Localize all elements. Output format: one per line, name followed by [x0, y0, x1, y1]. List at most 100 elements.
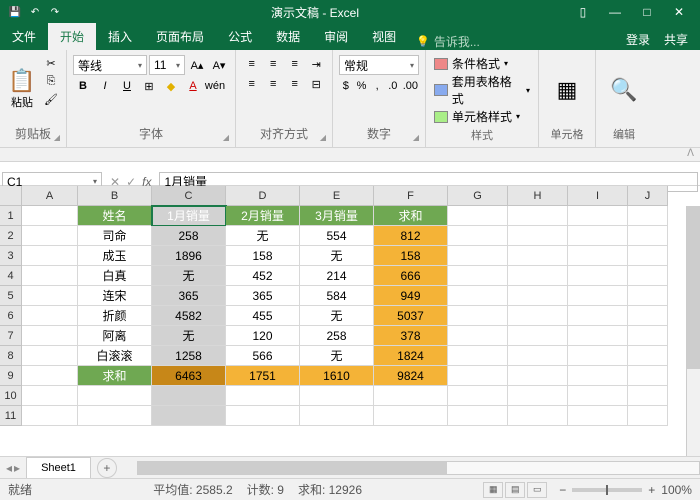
cell[interactable]	[568, 266, 628, 286]
align-top-icon[interactable]: ≡	[242, 55, 262, 73]
cell[interactable]: 3月销量	[300, 206, 374, 226]
row-header-9[interactable]: 9	[0, 366, 21, 386]
cell[interactable]	[22, 286, 78, 306]
cell[interactable]	[22, 246, 78, 266]
underline-button[interactable]: U	[117, 77, 137, 95]
cell[interactable]	[628, 406, 668, 426]
add-sheet-button[interactable]: +	[97, 458, 117, 478]
cell[interactable]	[628, 326, 668, 346]
cell[interactable]: 1751	[226, 366, 300, 386]
save-icon[interactable]: 💾	[8, 5, 22, 19]
col-header-I[interactable]: I	[568, 186, 628, 206]
cells-button[interactable]: ▦	[543, 53, 591, 126]
cell[interactable]: 584	[300, 286, 374, 306]
currency-icon[interactable]: $	[339, 77, 353, 95]
cell[interactable]	[628, 266, 668, 286]
cell[interactable]: 求和	[78, 366, 152, 386]
tab-insert[interactable]: 插入	[96, 23, 144, 50]
cell[interactable]	[628, 206, 668, 226]
cell[interactable]	[568, 326, 628, 346]
dialog-launcher-icon[interactable]: ◢	[223, 133, 229, 142]
cell[interactable]	[226, 406, 300, 426]
edit-button[interactable]: 🔍	[600, 53, 648, 126]
cell[interactable]	[300, 406, 374, 426]
cell[interactable]	[374, 386, 448, 406]
row-header-10[interactable]: 10	[0, 386, 21, 406]
prev-sheet-icon[interactable]: ◂	[6, 461, 12, 475]
cell-grid[interactable]: 姓名1月销量2月销量3月销量求和司命258无554812成玉1896158无15…	[22, 206, 700, 426]
cell[interactable]	[508, 266, 568, 286]
cell[interactable]: 365	[226, 286, 300, 306]
cell[interactable]	[508, 206, 568, 226]
cell[interactable]: 成玉	[78, 246, 152, 266]
ribbon-opts-icon[interactable]: ▯	[568, 0, 598, 24]
cell[interactable]	[448, 406, 508, 426]
cell[interactable]	[508, 406, 568, 426]
cell[interactable]: 1896	[152, 246, 226, 266]
cell[interactable]: 812	[374, 226, 448, 246]
redo-icon[interactable]: ↷	[48, 5, 62, 19]
phonetic-button[interactable]: wén	[205, 77, 225, 95]
cell[interactable]	[22, 366, 78, 386]
bold-button[interactable]: B	[73, 77, 93, 95]
minimize-icon[interactable]: —	[600, 0, 630, 24]
cell[interactable]	[448, 366, 508, 386]
cell[interactable]	[508, 366, 568, 386]
cell[interactable]: 阿离	[78, 326, 152, 346]
scroll-thumb[interactable]	[687, 206, 700, 369]
col-header-D[interactable]: D	[226, 186, 300, 206]
horizontal-scrollbar[interactable]	[137, 461, 700, 475]
cell[interactable]	[628, 346, 668, 366]
grow-font-icon[interactable]: A▴	[187, 56, 207, 74]
login-link[interactable]: 登录	[626, 31, 650, 48]
tab-data[interactable]: 数据	[264, 23, 312, 50]
cell[interactable]: 司命	[78, 226, 152, 246]
cell[interactable]	[568, 206, 628, 226]
cell[interactable]	[448, 326, 508, 346]
cell[interactable]	[508, 286, 568, 306]
cell[interactable]	[448, 226, 508, 246]
cell[interactable]	[22, 266, 78, 286]
cell[interactable]: 折颜	[78, 306, 152, 326]
cell[interactable]	[568, 366, 628, 386]
cell[interactable]	[22, 406, 78, 426]
dialog-launcher-icon[interactable]: ◢	[54, 133, 60, 142]
row-header-1[interactable]: 1	[0, 206, 21, 226]
fontsize-combo[interactable]: 11▾	[149, 55, 185, 75]
cell[interactable]	[448, 346, 508, 366]
inc-dec-icon[interactable]: .0	[386, 77, 400, 95]
col-header-E[interactable]: E	[300, 186, 374, 206]
cell[interactable]	[568, 406, 628, 426]
cell[interactable]	[226, 386, 300, 406]
cell[interactable]	[568, 306, 628, 326]
cell[interactable]	[628, 246, 668, 266]
cell[interactable]	[152, 386, 226, 406]
sheet-tab[interactable]: Sheet1	[26, 457, 91, 479]
col-header-J[interactable]: J	[628, 186, 668, 206]
cell[interactable]: 姓名	[78, 206, 152, 226]
cell[interactable]: 452	[226, 266, 300, 286]
cell[interactable]	[448, 266, 508, 286]
cell[interactable]: 无	[152, 326, 226, 346]
cell[interactable]: 4582	[152, 306, 226, 326]
cell[interactable]	[448, 206, 508, 226]
row-header-3[interactable]: 3	[0, 246, 21, 266]
cell[interactable]	[448, 286, 508, 306]
dialog-launcher-icon[interactable]: ◢	[320, 133, 326, 142]
cell[interactable]	[508, 386, 568, 406]
cell[interactable]: 455	[226, 306, 300, 326]
cell[interactable]	[22, 386, 78, 406]
cell[interactable]: 120	[226, 326, 300, 346]
cell[interactable]: 无	[226, 226, 300, 246]
dec-dec-icon[interactable]: .00	[402, 77, 419, 95]
tab-pagelayout[interactable]: 页面布局	[144, 23, 216, 50]
zoom-in-icon[interactable]: +	[648, 483, 655, 497]
cell[interactable]	[568, 386, 628, 406]
cell[interactable]	[568, 286, 628, 306]
row-header-7[interactable]: 7	[0, 326, 21, 346]
cell[interactable]: 258	[152, 226, 226, 246]
cell[interactable]: 378	[374, 326, 448, 346]
cell[interactable]: 214	[300, 266, 374, 286]
comma-icon[interactable]: ,	[370, 77, 384, 95]
cell[interactable]: 连宋	[78, 286, 152, 306]
